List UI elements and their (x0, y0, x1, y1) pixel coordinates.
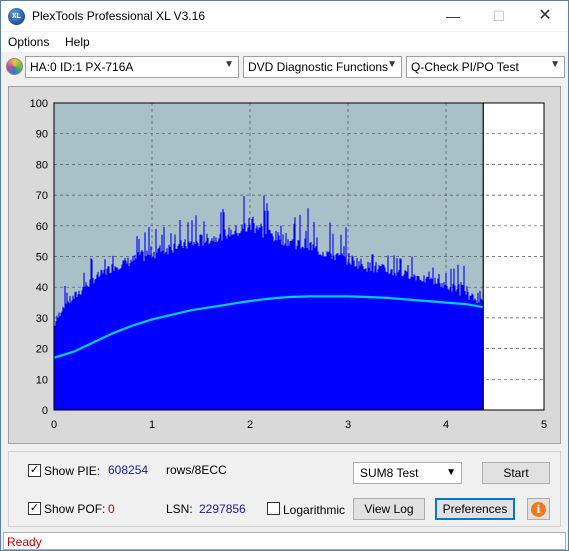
status-bar: Ready (3, 532, 566, 550)
chevron-down-icon: ▼ (387, 59, 397, 70)
main-window: XL PlexTools Professional XL V3.16 — ☐ ✕… (0, 0, 569, 551)
x-tick-label: 3 (345, 419, 351, 431)
menu-options-label: Options (8, 35, 50, 49)
x-tick-label: 1 (149, 419, 155, 431)
pie-chart: 0 10 20 30 40 50 60 70 80 90 100 0 1 2 3 4 5 (30, 98, 547, 431)
app-logo-icon: XL (8, 8, 25, 25)
y-tick-label: 50 (36, 252, 48, 264)
chevron-down-icon: ▼ (550, 59, 560, 70)
preferences-button[interactable]: Preferences (435, 498, 515, 520)
y-tick-label: 80 (36, 159, 48, 171)
drive-select-value: HA:0 ID:1 PX-716A (30, 60, 134, 74)
menu-bar: Options Help (1, 32, 568, 52)
pof-value: 0 (108, 502, 115, 516)
sum-test-value: SUM8 Test (360, 466, 419, 480)
lsn-label: LSN: (166, 502, 193, 516)
maximize-button[interactable]: ☐ (476, 1, 522, 31)
menu-help[interactable]: Help (65, 35, 90, 49)
pie-value: 608254 (108, 463, 149, 477)
disc-drive-icon (6, 58, 23, 75)
y-tick-label: 60 (36, 221, 48, 233)
title-bar: XL PlexTools Professional XL V3.16 — ☐ ✕ (1, 1, 568, 31)
menu-options[interactable]: Options (8, 35, 49, 49)
y-tick-label: 70 (36, 190, 48, 202)
lsn-value: 2297856 (199, 502, 246, 516)
menu-help-label: Help (65, 35, 90, 49)
chart-panel: 0 10 20 30 40 50 60 70 80 90 100 0 1 2 3 4 5 (8, 86, 561, 444)
rows-label: rows/8ECC (166, 463, 227, 477)
function-select[interactable]: DVD Diagnostic Functions ▼ (243, 56, 402, 78)
function-select-value: DVD Diagnostic Functions (248, 60, 389, 74)
y-tick-label: 30 (36, 313, 48, 325)
y-tick-label: 10 (36, 374, 48, 386)
show-pof-checkbox[interactable]: ✓ (28, 502, 41, 515)
y-tick-label: 0 (42, 405, 48, 417)
show-pof-label: Show POF: (44, 502, 106, 516)
show-pie-checkbox[interactable]: ✓ (28, 464, 41, 477)
x-tick-label: 0 (51, 419, 57, 431)
test-select-value: Q-Check PI/PO Test (411, 60, 519, 74)
y-tick-label: 100 (30, 98, 48, 110)
x-tick-label: 2 (247, 419, 253, 431)
test-select[interactable]: Q-Check PI/PO Test ▼ (406, 56, 565, 78)
start-button[interactable]: Start (482, 462, 550, 484)
close-button[interactable]: ✕ (522, 1, 568, 31)
logarithmic-checkbox[interactable] (267, 502, 280, 515)
view-log-button[interactable]: View Log (353, 498, 425, 520)
minimize-button[interactable]: — (430, 1, 476, 31)
info-button[interactable]: i (527, 498, 550, 520)
x-tick-label: 4 (443, 419, 449, 431)
y-tick-label: 40 (36, 282, 48, 294)
chevron-down-icon: ▼ (224, 59, 234, 70)
info-icon: i (531, 502, 546, 517)
toolbar: HA:0 ID:1 PX-716A ▼ DVD Diagnostic Funct… (1, 53, 568, 81)
y-tick-label: 90 (36, 129, 48, 141)
chevron-down-icon: ▼ (446, 467, 456, 478)
drive-select[interactable]: HA:0 ID:1 PX-716A ▼ (25, 56, 239, 78)
show-pie-label: Show PIE: (44, 464, 101, 478)
x-tick-label: 5 (541, 419, 547, 431)
sum-test-select[interactable]: SUM8 Test ▼ (353, 462, 462, 484)
window-title: PlexTools Professional XL V3.16 (32, 9, 205, 23)
y-tick-label: 20 (36, 344, 48, 356)
logarithmic-label: Logarithmic (283, 503, 346, 517)
